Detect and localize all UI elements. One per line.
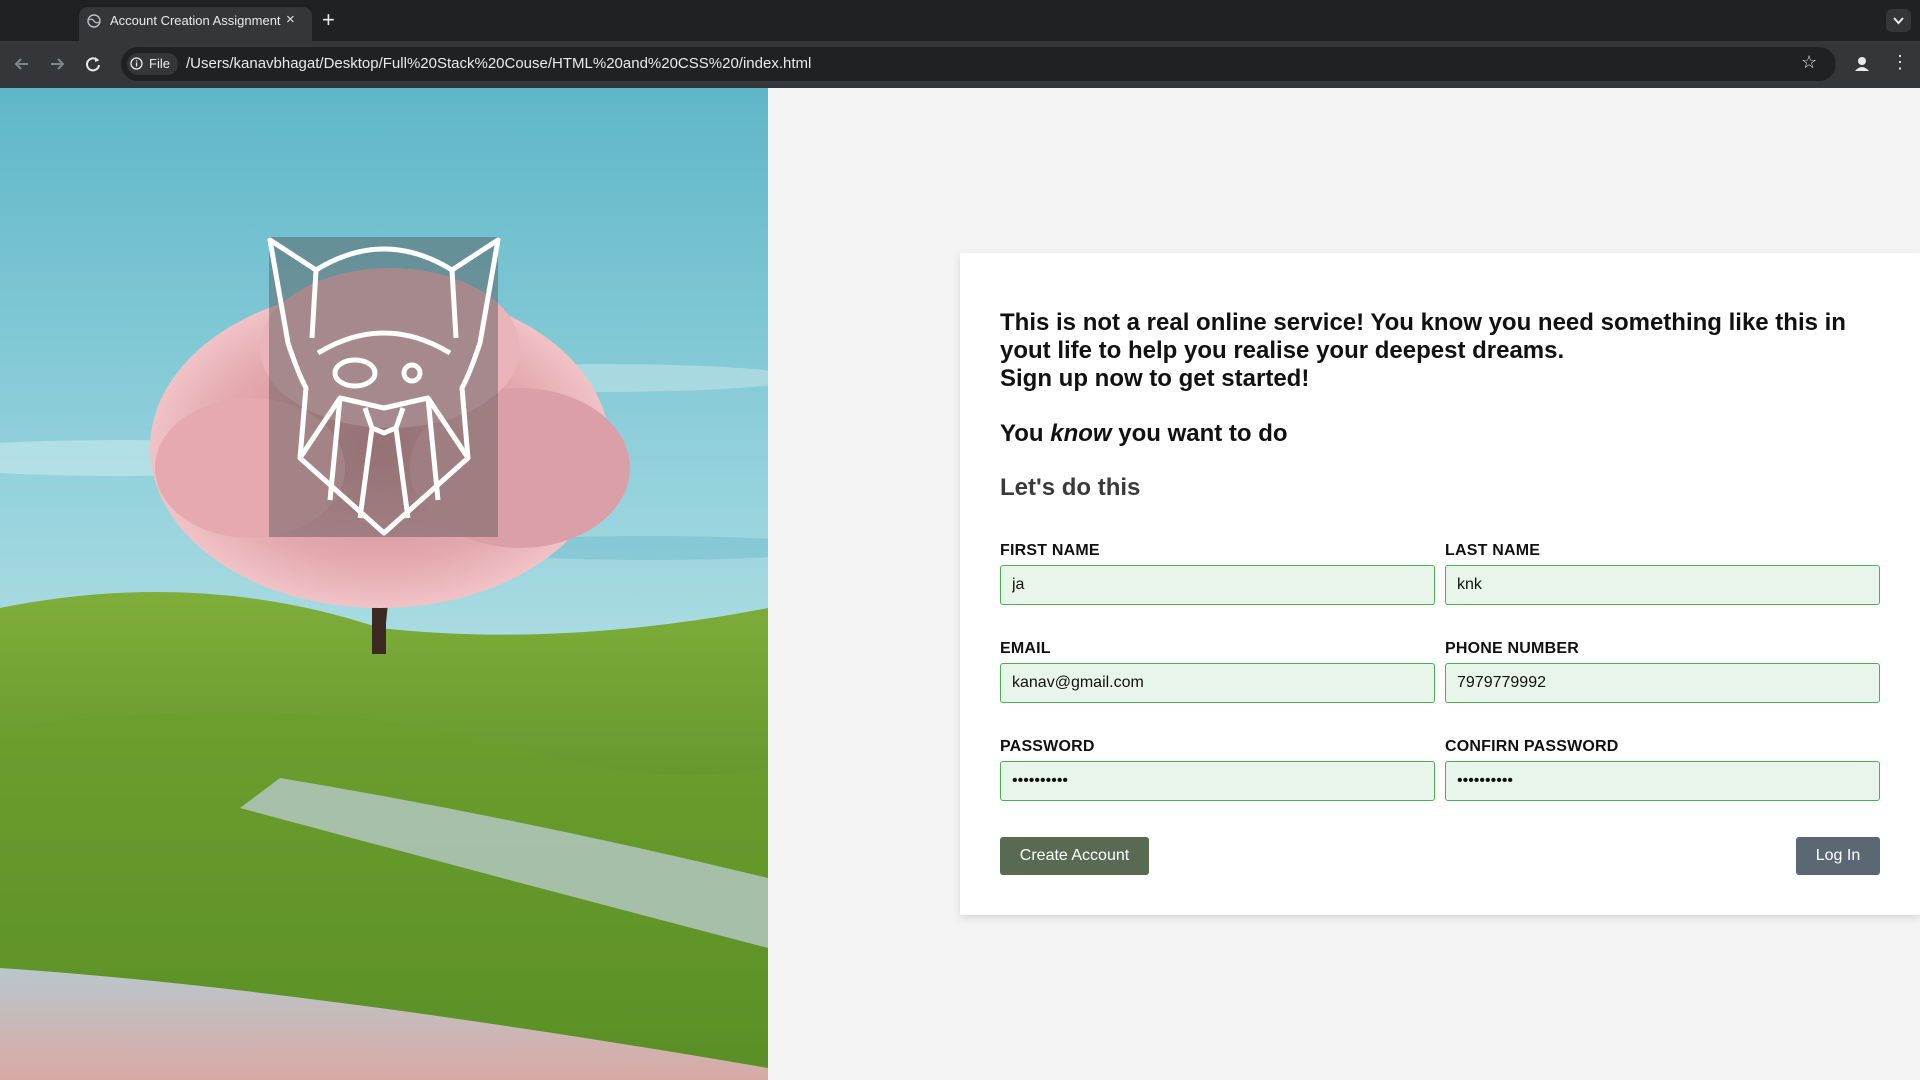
intro-line-1: This is not a real online service! You k…	[1000, 309, 1846, 336]
tagline-emphasis: know	[1050, 420, 1112, 447]
log-in-button[interactable]: Log In	[1796, 837, 1880, 875]
tab-close-icon[interactable]: ×	[286, 12, 295, 28]
password-field[interactable]	[1000, 761, 1435, 801]
tagline: You know you want to do	[1000, 420, 1288, 448]
last-name-field[interactable]	[1445, 565, 1880, 605]
intro-line-3: Sign up now to get started!	[1000, 365, 1310, 392]
new-tab-button[interactable]: +	[322, 8, 335, 32]
phone-label: PHONE NUMBER	[1445, 640, 1579, 657]
first-name-label: FIRST NAME	[1000, 542, 1100, 559]
intro-text: This is not a real online service! You k…	[1000, 309, 1880, 393]
confirm-password-label: CONFIRN PASSWORD	[1445, 738, 1619, 755]
tab-title: Account Creation Assignment	[110, 13, 281, 28]
url-text[interactable]: /Users/kanavbhagat/Desktop/Full%20Stack%…	[186, 55, 811, 72]
tagline-suffix: you want to do	[1111, 420, 1288, 447]
create-account-button[interactable]: Create Account	[1000, 837, 1149, 875]
chevron-down-icon	[1893, 17, 1904, 25]
info-icon	[130, 57, 143, 70]
email-label: EMAIL	[1000, 640, 1051, 657]
reload-icon[interactable]	[82, 53, 104, 75]
first-name-field[interactable]	[1000, 565, 1435, 605]
confirm-password-field[interactable]	[1445, 761, 1880, 801]
file-chip-label: File	[149, 56, 170, 71]
profile-icon[interactable]	[1852, 54, 1872, 74]
tagline-prefix: You	[1000, 420, 1051, 447]
globe-icon	[87, 14, 101, 28]
hero-image	[0, 88, 768, 1080]
password-label: PASSWORD	[1000, 738, 1095, 755]
star-icon[interactable]: ☆	[1801, 52, 1817, 73]
last-name-label: LAST NAME	[1445, 542, 1541, 559]
forward-icon[interactable]	[46, 53, 68, 75]
back-icon[interactable]	[11, 53, 33, 75]
section-heading: Let's do this	[1000, 474, 1141, 501]
intro-line-2: yout life to help you realise your deepe…	[1000, 337, 1565, 364]
phone-field[interactable]	[1445, 663, 1880, 703]
tab-search-button[interactable]	[1886, 9, 1911, 32]
email-field[interactable]	[1000, 663, 1435, 703]
menu-icon[interactable]: ⋮	[1891, 51, 1909, 73]
